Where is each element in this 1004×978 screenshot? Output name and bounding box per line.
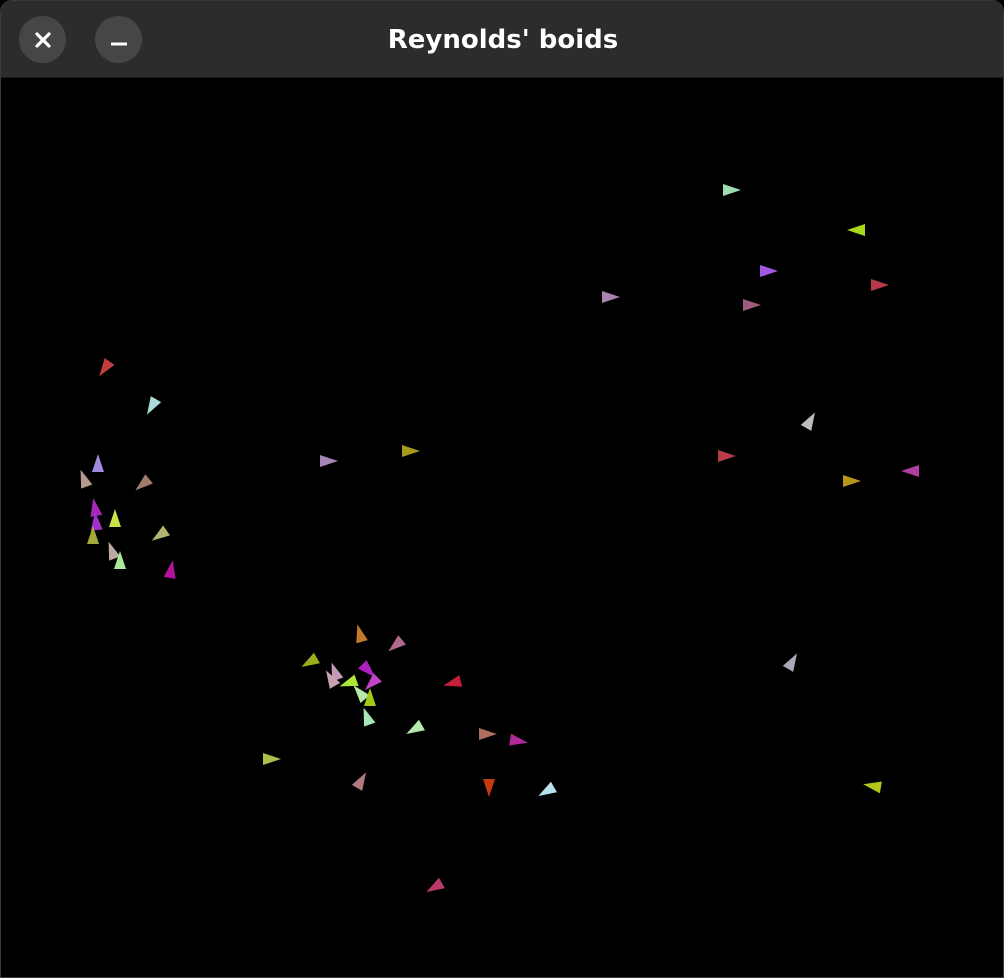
boid [901,465,919,477]
titlebar[interactable]: Reynolds' boids [1,1,1003,78]
boid [760,265,778,277]
boid [80,469,93,489]
boid [351,772,366,791]
boid [443,675,463,687]
boid [718,450,736,462]
boid [483,779,495,797]
boid [356,624,368,644]
boid [108,541,121,561]
boid [388,635,406,652]
app-window: Reynolds' boids [0,0,1004,978]
boid [363,707,376,727]
boid [99,358,115,377]
boid [109,509,121,527]
boid [509,733,528,746]
boid [743,299,761,311]
boid [151,525,170,541]
boid [406,719,425,734]
boid [479,728,497,740]
boid [364,673,382,691]
boid [782,653,797,672]
boid [135,474,153,491]
window-title: Reynolds' boids [387,25,619,55]
boids-canvas[interactable] [3,78,1003,977]
boid [163,560,176,579]
boid [723,184,741,196]
close-icon [34,31,52,49]
boid [602,291,620,303]
minimize-button[interactable] [95,16,142,63]
boid [301,652,320,667]
boid [800,412,815,431]
boids-drawing [80,184,919,892]
minimize-icon [110,32,127,48]
boid [871,279,889,291]
boid [402,445,420,457]
boid [847,224,865,236]
boid [147,396,162,415]
boid [538,781,557,796]
boid [92,454,104,472]
close-button[interactable] [19,16,66,63]
boid [320,455,338,467]
boid [426,877,445,892]
boid [263,753,281,765]
boid [843,475,861,487]
boid [863,781,882,794]
